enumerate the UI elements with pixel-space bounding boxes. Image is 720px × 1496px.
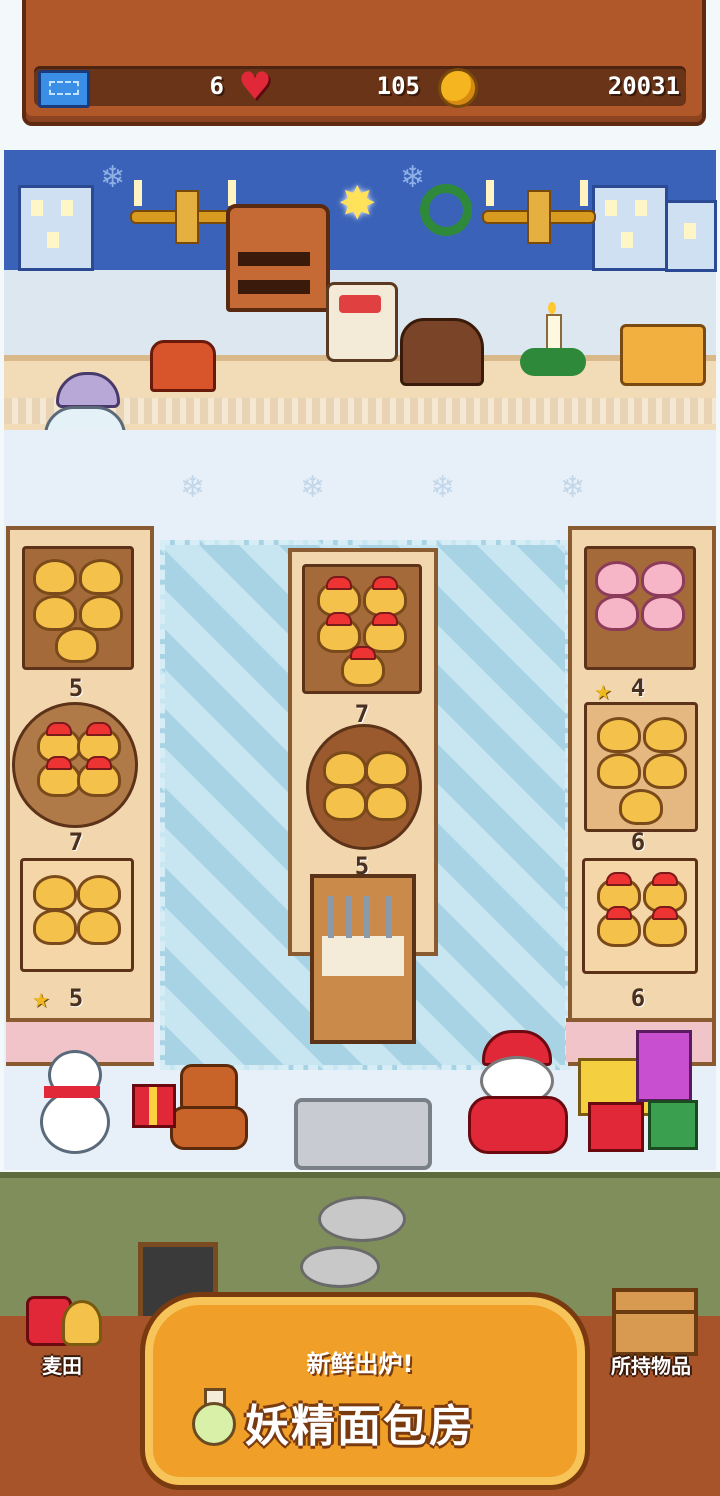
reindeer-shopkeeper[interactable]	[326, 282, 398, 362]
snowman[interactable]	[30, 1040, 114, 1154]
coin-icon	[438, 68, 478, 108]
house-decoration	[592, 185, 668, 271]
stock-count: 5	[68, 984, 84, 1012]
juice-cups	[620, 324, 706, 386]
bread-tray[interactable]	[20, 858, 134, 972]
doormat	[294, 1098, 432, 1170]
bread-basket[interactable]	[12, 702, 138, 828]
snowflake-icon: ❄	[180, 470, 206, 505]
stock-count: 4	[630, 674, 646, 702]
stepping-stone	[318, 1196, 406, 1242]
house-decoration	[665, 200, 717, 272]
bread-tray[interactable]	[584, 702, 698, 832]
snowflake-icon: ❄	[560, 470, 586, 505]
stock-count: 5	[68, 674, 84, 702]
gift-box-icon	[132, 1084, 176, 1128]
wheat-field-label[interactable]: 麦田	[10, 1350, 114, 1379]
stock-count: 6	[630, 984, 646, 1012]
gift-pile	[574, 1030, 698, 1152]
star-icon: ★	[594, 680, 612, 704]
chandelier-left	[130, 170, 244, 250]
utensil-cabinet[interactable]	[310, 874, 416, 1044]
stock-count: 7	[68, 828, 84, 856]
house-decoration	[18, 185, 94, 271]
santa[interactable]	[462, 1030, 572, 1154]
bread-tray[interactable]	[584, 546, 696, 670]
inventory-label[interactable]: 所持物品	[592, 1350, 710, 1379]
heart-icon: ♥	[238, 64, 273, 108]
bread-tray[interactable]	[302, 564, 422, 694]
main-button-title: 妖精面包房	[245, 1401, 475, 1452]
stock-count: 6	[630, 828, 646, 856]
oven[interactable]	[226, 204, 330, 312]
coin-count: 20031	[607, 72, 680, 100]
star-icon: ★	[32, 988, 50, 1012]
bread-tray[interactable]	[582, 858, 698, 974]
main-button-subtitle: 新鲜出炉!	[306, 1350, 414, 1378]
status-panel	[22, 0, 706, 126]
chandelier-right	[482, 170, 596, 250]
bread-tray[interactable]	[22, 546, 134, 670]
star-ornament-icon: ✸	[338, 176, 377, 230]
snowflake-icon: ❄	[400, 160, 426, 195]
ticket-count: 6	[209, 72, 224, 100]
candle-centerpiece	[520, 302, 586, 378]
inventory-box-icon[interactable]	[612, 1288, 698, 1356]
ticket-icon	[38, 70, 90, 108]
wreath-icon	[420, 184, 472, 236]
stepping-stone	[300, 1246, 380, 1288]
telephone[interactable]	[150, 340, 216, 392]
snowflake-icon: ❄	[300, 470, 326, 505]
bread-basket[interactable]	[306, 724, 422, 850]
heart-count: 105	[376, 72, 420, 100]
snowflake-icon: ❄	[100, 160, 126, 195]
snowflake-icon: ❄	[430, 470, 456, 505]
wheat-field-icon[interactable]	[22, 1290, 102, 1350]
bread-loaf-decoration	[400, 318, 484, 386]
